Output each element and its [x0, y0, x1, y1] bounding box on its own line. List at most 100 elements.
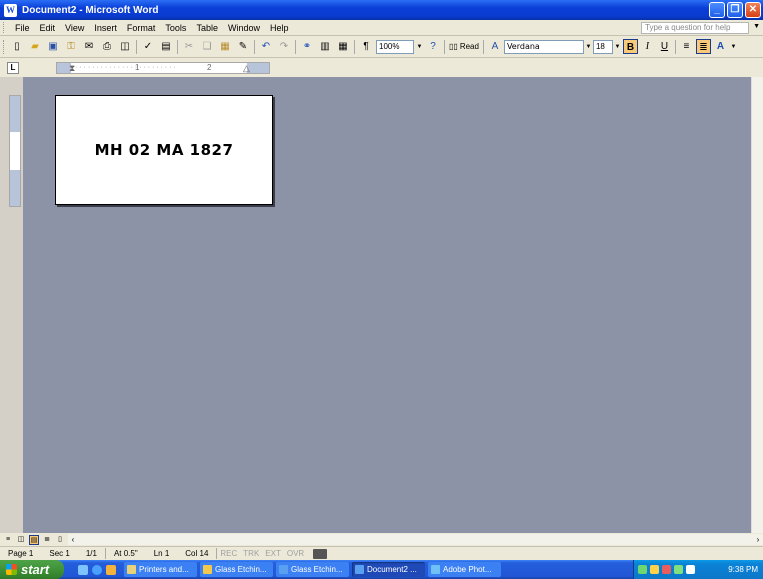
document-text[interactable]: MH 02 MA 1827: [95, 141, 234, 159]
show-hide-icon[interactable]: ¶: [358, 39, 374, 55]
horizontal-scrollbar[interactable]: ‹ ›: [68, 534, 763, 545]
zoom-select[interactable]: 100%: [376, 39, 414, 54]
new-document-icon[interactable]: ▯: [9, 39, 25, 55]
tray-antivirus-icon[interactable]: [662, 565, 671, 574]
standard-formatting-toolbar: ▯ ▰ ▣ ⚿ ✉ ⎙ ◫ ✓ ▤ ✂ ❏ ▦ ✎ ↶ ↷ ⚭ ▥ ▦ ¶ 10…: [0, 36, 763, 58]
reading-layout-view-icon[interactable]: ▯: [55, 535, 65, 545]
hyperlink-icon[interactable]: ⚭: [299, 39, 315, 55]
menu-file[interactable]: File: [10, 23, 35, 33]
word-app-icon[interactable]: W: [4, 3, 17, 17]
menu-help[interactable]: Help: [265, 23, 294, 33]
font-name-dropdown-icon[interactable]: ▼: [584, 40, 593, 54]
status-trk[interactable]: TRK: [240, 549, 262, 558]
tray-network-icon[interactable]: [638, 565, 647, 574]
taskbar-task-button[interactable]: Printers and...: [124, 562, 197, 577]
status-section: Sec 1: [49, 549, 70, 558]
taskbar-task-button[interactable]: Adobe Phot...: [428, 562, 501, 577]
tray-update-icon[interactable]: [674, 565, 683, 574]
toolbar-separator: [295, 39, 296, 54]
tray-volume-icon[interactable]: [686, 565, 695, 574]
taskbar-task-button[interactable]: Glass Etchin...: [200, 562, 273, 577]
align-left-icon[interactable]: ≡: [679, 39, 694, 54]
help-icon[interactable]: ?: [425, 39, 441, 55]
normal-view-icon[interactable]: ≡: [3, 535, 13, 545]
print-preview-icon[interactable]: ◫: [117, 39, 133, 55]
status-ext[interactable]: EXT: [262, 549, 284, 558]
redo-icon[interactable]: ↷: [276, 39, 292, 55]
menu-insert[interactable]: Insert: [89, 23, 122, 33]
ruler-ticks: · · · · · · · · · · · · · · · · · · · · …: [75, 64, 176, 71]
web-layout-view-icon[interactable]: ◫: [16, 535, 26, 545]
read-label: Read: [459, 42, 479, 51]
permission-icon[interactable]: ⚿: [63, 39, 79, 55]
menu-bar: File Edit View Insert Format Tools Table…: [0, 20, 763, 36]
align-center-icon[interactable]: ≣: [695, 39, 711, 54]
toolbar-separator: [444, 39, 445, 54]
font-color-dropdown-icon[interactable]: ▼: [729, 40, 738, 54]
window-title: Document2 - Microsoft Word: [22, 4, 159, 16]
font-name-select[interactable]: Verdana: [503, 39, 584, 54]
taskbar-task-button[interactable]: Document2 ...: [352, 562, 425, 577]
scroll-left-icon[interactable]: ‹: [68, 534, 78, 545]
help-search-input[interactable]: Type a question for help: [641, 22, 749, 34]
tables-borders-icon[interactable]: ▥: [317, 39, 333, 55]
toolbar-separator: [482, 39, 484, 54]
start-button[interactable]: start: [0, 560, 64, 579]
research-icon[interactable]: ▤: [158, 39, 174, 55]
close-button[interactable]: ✕: [745, 2, 761, 18]
menu-table[interactable]: Table: [191, 23, 223, 33]
document-workspace[interactable]: MH 02 MA 1827: [23, 77, 751, 533]
tray-app-icon[interactable]: [650, 565, 659, 574]
help-dropdown-icon[interactable]: ▼: [753, 23, 760, 30]
scroll-right-icon[interactable]: ›: [753, 534, 763, 545]
outline-view-icon[interactable]: ≣: [42, 535, 52, 545]
minimize-button[interactable]: _: [709, 2, 725, 18]
underline-button[interactable]: U: [657, 39, 672, 54]
font-size-select[interactable]: 18: [592, 39, 613, 54]
styles-icon[interactable]: A: [487, 39, 503, 55]
read-book-icon: ▯▯: [449, 42, 458, 51]
show-desktop-icon[interactable]: [78, 564, 88, 575]
menu-format[interactable]: Format: [122, 23, 161, 33]
tab-selector-icon[interactable]: L: [7, 62, 19, 74]
cut-icon[interactable]: ✂: [181, 39, 197, 55]
menu-grip[interactable]: [3, 22, 6, 33]
print-icon[interactable]: ⎙: [99, 39, 115, 55]
paste-icon[interactable]: ▦: [217, 39, 233, 55]
open-folder-icon[interactable]: ▰: [27, 39, 43, 55]
right-indent-marker-icon[interactable]: △: [243, 63, 250, 73]
spelling-status-icon[interactable]: [313, 548, 328, 559]
toolbar-grip[interactable]: [3, 39, 6, 54]
format-painter-icon[interactable]: ✎: [235, 39, 251, 55]
menu-view[interactable]: View: [60, 23, 89, 33]
internet-explorer-icon[interactable]: [92, 564, 102, 575]
indent-marker-icon[interactable]: ⧗: [69, 63, 75, 73]
italic-button[interactable]: I: [640, 39, 655, 54]
undo-icon[interactable]: ↶: [258, 39, 274, 55]
taskbar-task-button[interactable]: Glass Etchin...: [276, 562, 349, 577]
vertical-scrollbar[interactable]: [751, 77, 763, 533]
vruler-top-margin: [10, 96, 20, 132]
menu-edit[interactable]: Edit: [35, 23, 61, 33]
font-size-dropdown-icon[interactable]: ▼: [613, 40, 622, 54]
system-tray: 9:38 PM: [633, 560, 763, 579]
media-player-icon[interactable]: [106, 564, 116, 575]
horizontal-ruler[interactable]: · · · · · · · · · · · · · · · · · · · · …: [56, 62, 270, 74]
print-layout-view-icon[interactable]: ▤: [29, 534, 39, 545]
insert-table-icon[interactable]: ▦: [335, 39, 351, 55]
menu-tools[interactable]: Tools: [160, 23, 191, 33]
status-rec[interactable]: REC: [217, 549, 240, 558]
read-button[interactable]: ▯▯ Read: [447, 42, 481, 51]
menu-window[interactable]: Window: [223, 23, 265, 33]
save-icon[interactable]: ▣: [45, 39, 61, 55]
copy-icon[interactable]: ❏: [199, 39, 215, 55]
restore-button[interactable]: ❐: [727, 2, 743, 18]
font-color-icon[interactable]: A: [713, 39, 728, 54]
bold-button[interactable]: B: [622, 39, 638, 54]
spelling-icon[interactable]: ✓: [140, 39, 156, 55]
status-ovr[interactable]: OVR: [284, 549, 307, 558]
document-page[interactable]: MH 02 MA 1827: [55, 95, 273, 205]
zoom-dropdown-icon[interactable]: ▼: [415, 40, 424, 54]
email-icon[interactable]: ✉: [81, 39, 97, 55]
vertical-ruler[interactable]: [9, 95, 21, 207]
